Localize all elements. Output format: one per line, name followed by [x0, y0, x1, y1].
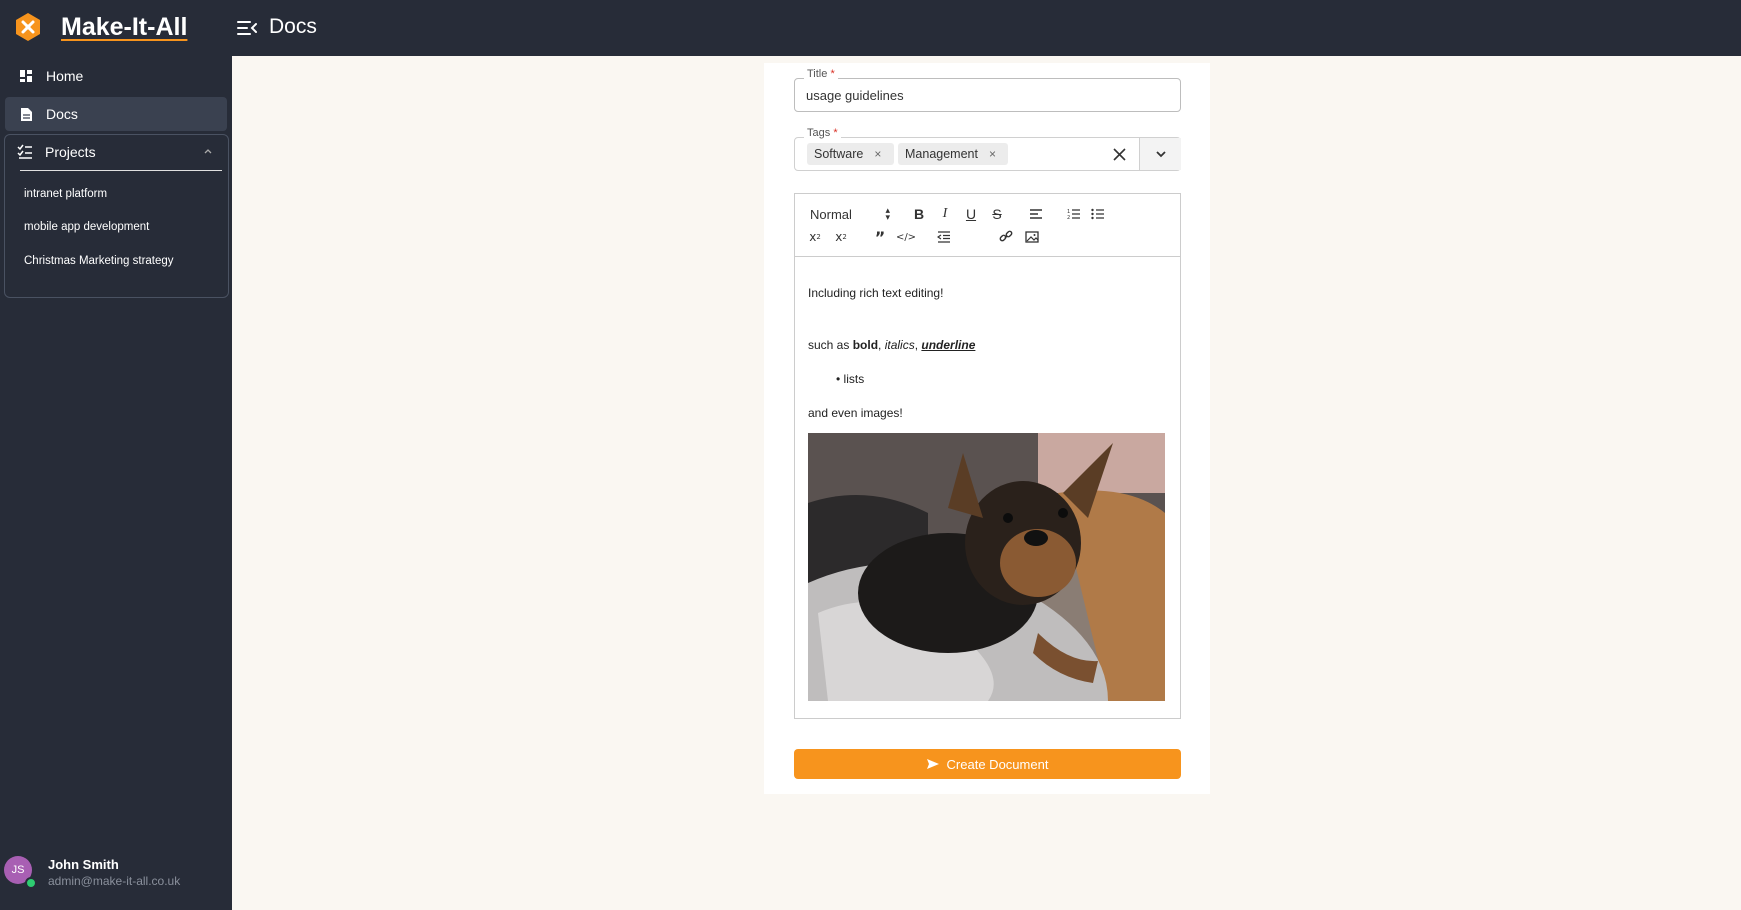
tag-remove-icon[interactable]: × [989, 147, 996, 161]
title-label: Title * [804, 68, 838, 80]
top-bar: Make-It-All Docs [0, 0, 1741, 56]
content-line: Including rich text editing! [808, 286, 944, 300]
send-icon [926, 759, 939, 769]
brand-title[interactable]: Make-It-All [61, 13, 187, 42]
chevron-down-icon [1155, 151, 1166, 158]
italic-icon[interactable]: I [936, 205, 954, 223]
superscript-icon[interactable]: x2 [832, 228, 850, 246]
projects-label: Projects [45, 144, 96, 160]
tag-label: Software [814, 147, 864, 161]
blockquote-icon[interactable]: ” [871, 228, 889, 247]
sidebar-item-home[interactable]: Home [5, 59, 227, 93]
project-item[interactable]: intranet platform [24, 188, 107, 200]
image-icon[interactable] [1023, 228, 1041, 246]
tag-chip: Software × [807, 143, 894, 165]
subscript-icon[interactable]: x2 [806, 228, 824, 246]
online-status-dot [25, 877, 37, 889]
tag-chip: Management × [898, 143, 1008, 165]
tags-field[interactable]: Software × Management × [794, 137, 1181, 171]
tags-dropdown-button[interactable] [1139, 138, 1181, 170]
embedded-dog-image[interactable] [808, 433, 1165, 701]
projects-toggle[interactable]: Projects [5, 135, 228, 169]
bullet-list-icon[interactable] [1089, 205, 1107, 223]
editor-toolbar: Normal ▴ ▾ B I U S 12 x2 x2 ” </> [795, 194, 1180, 257]
underline-icon[interactable]: U [962, 205, 980, 223]
content-line: such as bold, italics, underline [808, 338, 976, 352]
projects-section: Projects intranet platform mobile app de… [4, 134, 229, 298]
document-form: Title * usage guidelines Tags * Software… [764, 63, 1210, 794]
menu-collapse-icon[interactable] [236, 17, 258, 39]
sidebar: Home Docs Projects intranet platform mob… [0, 56, 232, 910]
ordered-list-icon[interactable]: 12 [1065, 205, 1083, 223]
tags-label: Tags * [804, 127, 841, 139]
title-field[interactable]: usage guidelines [794, 78, 1181, 112]
sidebar-item-label: Home [46, 68, 84, 84]
project-item[interactable]: Christmas Marketing strategy [24, 255, 174, 267]
strikethrough-icon[interactable]: S [988, 205, 1006, 223]
align-left-icon[interactable] [1027, 205, 1045, 223]
bullet-list-item: • lists [836, 372, 865, 386]
checklist-icon [17, 144, 32, 159]
rich-text-editor: Normal ▴ ▾ B I U S 12 x2 x2 ” </> Includ… [794, 193, 1181, 719]
dashboard-icon [18, 68, 34, 84]
svg-text:2: 2 [1067, 215, 1070, 220]
sidebar-item-label: Docs [46, 106, 78, 122]
tag-label: Management [905, 147, 978, 161]
select-arrows-icon: ▴ ▾ [885, 205, 890, 222]
document-icon [18, 106, 34, 122]
user-name: John Smith [48, 857, 119, 872]
code-block-icon[interactable]: </> [896, 228, 916, 246]
page-title: Docs [269, 15, 317, 38]
font-size-value: Normal [810, 206, 852, 222]
tag-remove-icon[interactable]: × [874, 147, 881, 161]
bold-icon[interactable]: B [910, 205, 928, 223]
user-email: admin@make-it-all.co.uk [48, 874, 181, 888]
link-icon[interactable] [997, 228, 1015, 246]
clear-tags-icon[interactable] [1112, 147, 1127, 162]
outdent-icon[interactable] [935, 228, 953, 246]
create-document-button[interactable]: Create Document [794, 749, 1181, 779]
user-profile[interactable]: JS John Smith admin@make-it-all.co.uk [4, 856, 228, 906]
content-line: and even images! [808, 406, 903, 420]
project-item[interactable]: mobile app development [24, 221, 149, 233]
chevron-up-icon [204, 149, 212, 154]
sidebar-item-docs[interactable]: Docs [5, 97, 227, 131]
font-size-select[interactable]: Normal ▴ ▾ [810, 205, 890, 223]
logo-icon [16, 13, 40, 41]
divider [20, 170, 222, 171]
create-document-label: Create Document [946, 756, 1049, 772]
